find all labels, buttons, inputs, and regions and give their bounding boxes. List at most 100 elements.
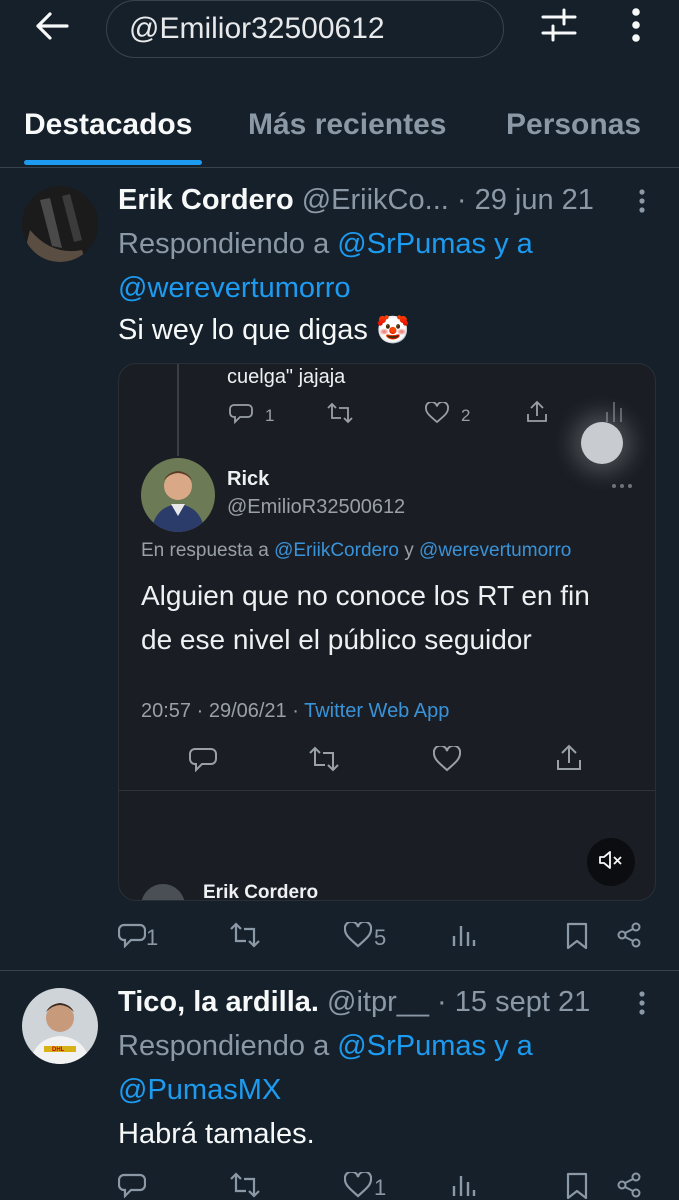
bookmark-button[interactable] (566, 1172, 588, 1200)
analytics-icon (452, 1172, 476, 1200)
search-tabs: Destacados Más recientes Personas (0, 96, 679, 168)
author-handle[interactable]: @EriikCo... (302, 184, 449, 216)
search-input[interactable]: @Emilior32500612 (106, 0, 504, 58)
retweet-icon (230, 922, 260, 954)
mention-link[interactable]: @SrPumas (337, 1030, 486, 1062)
tweet-more-button[interactable] (632, 990, 652, 1020)
tweet-actions: 1 (0, 1168, 679, 1200)
tweet-media-video[interactable]: cuelga" jajaja 1 2 Rick @EmilioR32500612… (118, 363, 656, 901)
active-tab-indicator (24, 160, 202, 165)
tweet-more-button[interactable] (632, 188, 652, 218)
reply-and: y a (494, 228, 533, 260)
like-button[interactable]: 5 (343, 920, 386, 954)
unmute-button[interactable] (587, 838, 635, 886)
tweet-actions: 1 5 (0, 918, 679, 958)
bookmark-icon (566, 1172, 588, 1200)
reply-and: y (404, 540, 414, 561)
vertical-dots-icon (639, 188, 645, 218)
quoted-reply-count: 1 (265, 405, 275, 425)
tab-personas[interactable]: Personas (506, 108, 641, 142)
thread-line (177, 364, 179, 456)
comment-icon (229, 402, 253, 429)
views-button[interactable] (452, 1172, 476, 1200)
replying-to: Respondiendo a @SrPumas y a @PumasMX (118, 1024, 638, 1112)
reply-button[interactable] (117, 1172, 147, 1200)
quoted-body-line: Alguien que no conoce los RT en fin (141, 580, 590, 611)
reply-button[interactable]: 1 (117, 922, 158, 954)
mention-link: @werevertumorro (419, 540, 572, 561)
arrow-left-icon (35, 11, 69, 46)
mention-link[interactable]: @werevertumorro (118, 272, 351, 304)
reply-prefix: Respondiendo a (118, 228, 330, 260)
quoted-top-text: cuelga" jajaja (227, 366, 346, 388)
avatar (141, 884, 185, 900)
tweet-date[interactable]: 29 jun 21 (475, 184, 594, 216)
back-button[interactable] (24, 6, 80, 50)
horizontal-dots-icon (611, 476, 633, 494)
avatar (141, 458, 215, 532)
comment-icon (117, 922, 147, 954)
analytics-icon (452, 922, 476, 954)
author-name[interactable]: Tico, la ardilla. (118, 986, 319, 1018)
media-divider (119, 790, 655, 791)
dot-separator: · (437, 986, 447, 1018)
clown-emoji: 🤡 (375, 315, 410, 345)
tweet-text: Habrá tamales. (118, 1118, 315, 1151)
quoted-like-action: 2 (425, 401, 470, 429)
vertical-dots-icon (631, 7, 641, 48)
mention-link[interactable]: @PumasMX (118, 1074, 281, 1106)
like-button[interactable]: 1 (343, 1170, 386, 1200)
quoted-replying-to: En respuesta a @EriikCordero y @werevert… (141, 540, 571, 562)
retweet-icon (230, 1172, 260, 1200)
tab-destacados[interactable]: Destacados (24, 108, 192, 142)
svg-text:DHL: DHL (52, 1047, 65, 1053)
more-options-button[interactable] (616, 4, 656, 50)
quoted-timestamp: 20:57 · 29/06/21 · (141, 700, 299, 722)
quoted-body-line: de ese nivel el público seguidor (141, 624, 532, 655)
share-nodes-icon (616, 922, 642, 954)
tweet-header: Tico, la ardilla. @itpr__ · 15 sept 21 (118, 986, 590, 1019)
share-nodes-icon (616, 1172, 642, 1200)
quoted-author-name: Rick (227, 468, 270, 490)
share-icon (555, 744, 583, 777)
author-handle[interactable]: @itpr__ (327, 986, 429, 1018)
tweet-text-content: Habrá tamales. (118, 1118, 315, 1150)
tweet-text-content: Si wey lo que digas (118, 314, 368, 346)
bookmark-button[interactable] (566, 922, 588, 956)
mention-link[interactable]: @SrPumas (337, 228, 486, 260)
tweet-date[interactable]: 15 sept 21 (455, 986, 590, 1018)
share-button[interactable] (616, 1172, 642, 1200)
replying-to: Respondiendo a @SrPumas y a @werevertumo… (118, 222, 638, 310)
views-button[interactable] (452, 922, 476, 954)
comment-icon (189, 746, 217, 777)
tab-mas-recientes[interactable]: Más recientes (248, 108, 446, 142)
touch-indicator (581, 422, 623, 464)
comment-icon (117, 1172, 147, 1200)
retweet-button[interactable] (230, 922, 260, 954)
retweet-button[interactable] (230, 1172, 260, 1200)
sliders-icon (540, 7, 578, 48)
avatar[interactable] (22, 186, 98, 262)
reply-and: y a (494, 1030, 533, 1062)
tweet-header: Erik Cordero @EriikCo... · 29 jun 21 (118, 184, 594, 217)
heart-icon (425, 401, 449, 429)
retweet-icon (309, 746, 339, 777)
share-button[interactable] (616, 922, 642, 954)
dot-separator: · (456, 184, 467, 216)
quoted-meta: 20:57 · 29/06/21 · Twitter Web App (141, 700, 449, 723)
bookmark-icon (566, 922, 588, 956)
search-filters-button[interactable] (532, 4, 586, 50)
muted-speaker-icon (598, 849, 624, 876)
share-icon (525, 400, 549, 429)
next-author-name: Erik Cordero (203, 882, 319, 901)
avatar[interactable]: DHL (22, 988, 98, 1064)
search-input-value: @Emilior32500612 (129, 12, 385, 45)
quoted-reply-action: 1 (229, 402, 274, 429)
author-name[interactable]: Erik Cordero (118, 184, 294, 216)
heart-icon (343, 1170, 373, 1200)
heart-icon (432, 744, 462, 777)
tweet-divider (0, 970, 679, 971)
retweet-icon (327, 402, 353, 429)
vertical-dots-icon (639, 990, 645, 1020)
tweet-text: Si wey lo que digas 🤡 (118, 314, 410, 347)
